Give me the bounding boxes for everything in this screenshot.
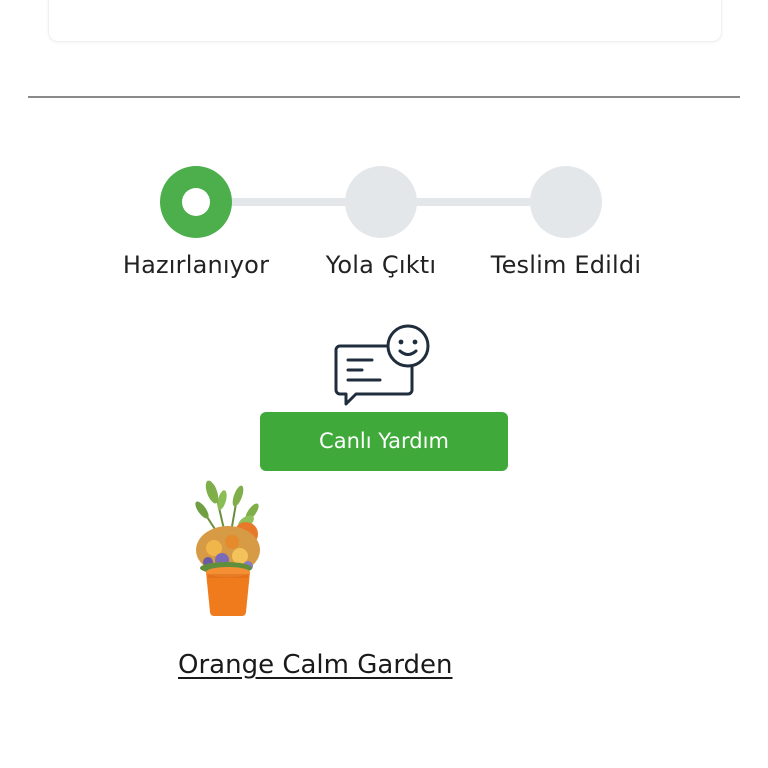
order-status-tracker: Hazırlanıyor Yola Çıktı Teslim Edildi xyxy=(0,165,768,285)
step-on-the-way-label: Yola Çıktı xyxy=(325,251,437,279)
chat-smiley-icon xyxy=(334,324,430,406)
orange-flower-pot-image[interactable] xyxy=(186,478,270,624)
product-name-link[interactable]: Orange Calm Garden xyxy=(178,650,453,680)
step-preparing-label: Hazırlanıyor xyxy=(122,251,270,279)
step-delivered-indicator xyxy=(530,166,602,238)
order-info-card xyxy=(48,0,722,42)
step-on-the-way-indicator xyxy=(345,166,417,238)
live-support-button[interactable]: Canlı Yardım xyxy=(260,412,508,471)
order-tracking-page: Hazırlanıyor Yola Çıktı Teslim Edildi Ca… xyxy=(0,0,768,768)
section-divider xyxy=(28,96,740,98)
tracker-connector-1 xyxy=(226,198,352,206)
step-preparing-indicator xyxy=(160,166,232,238)
tracker-connector-2 xyxy=(412,198,536,206)
step-delivered-label: Teslim Edildi xyxy=(490,251,642,279)
